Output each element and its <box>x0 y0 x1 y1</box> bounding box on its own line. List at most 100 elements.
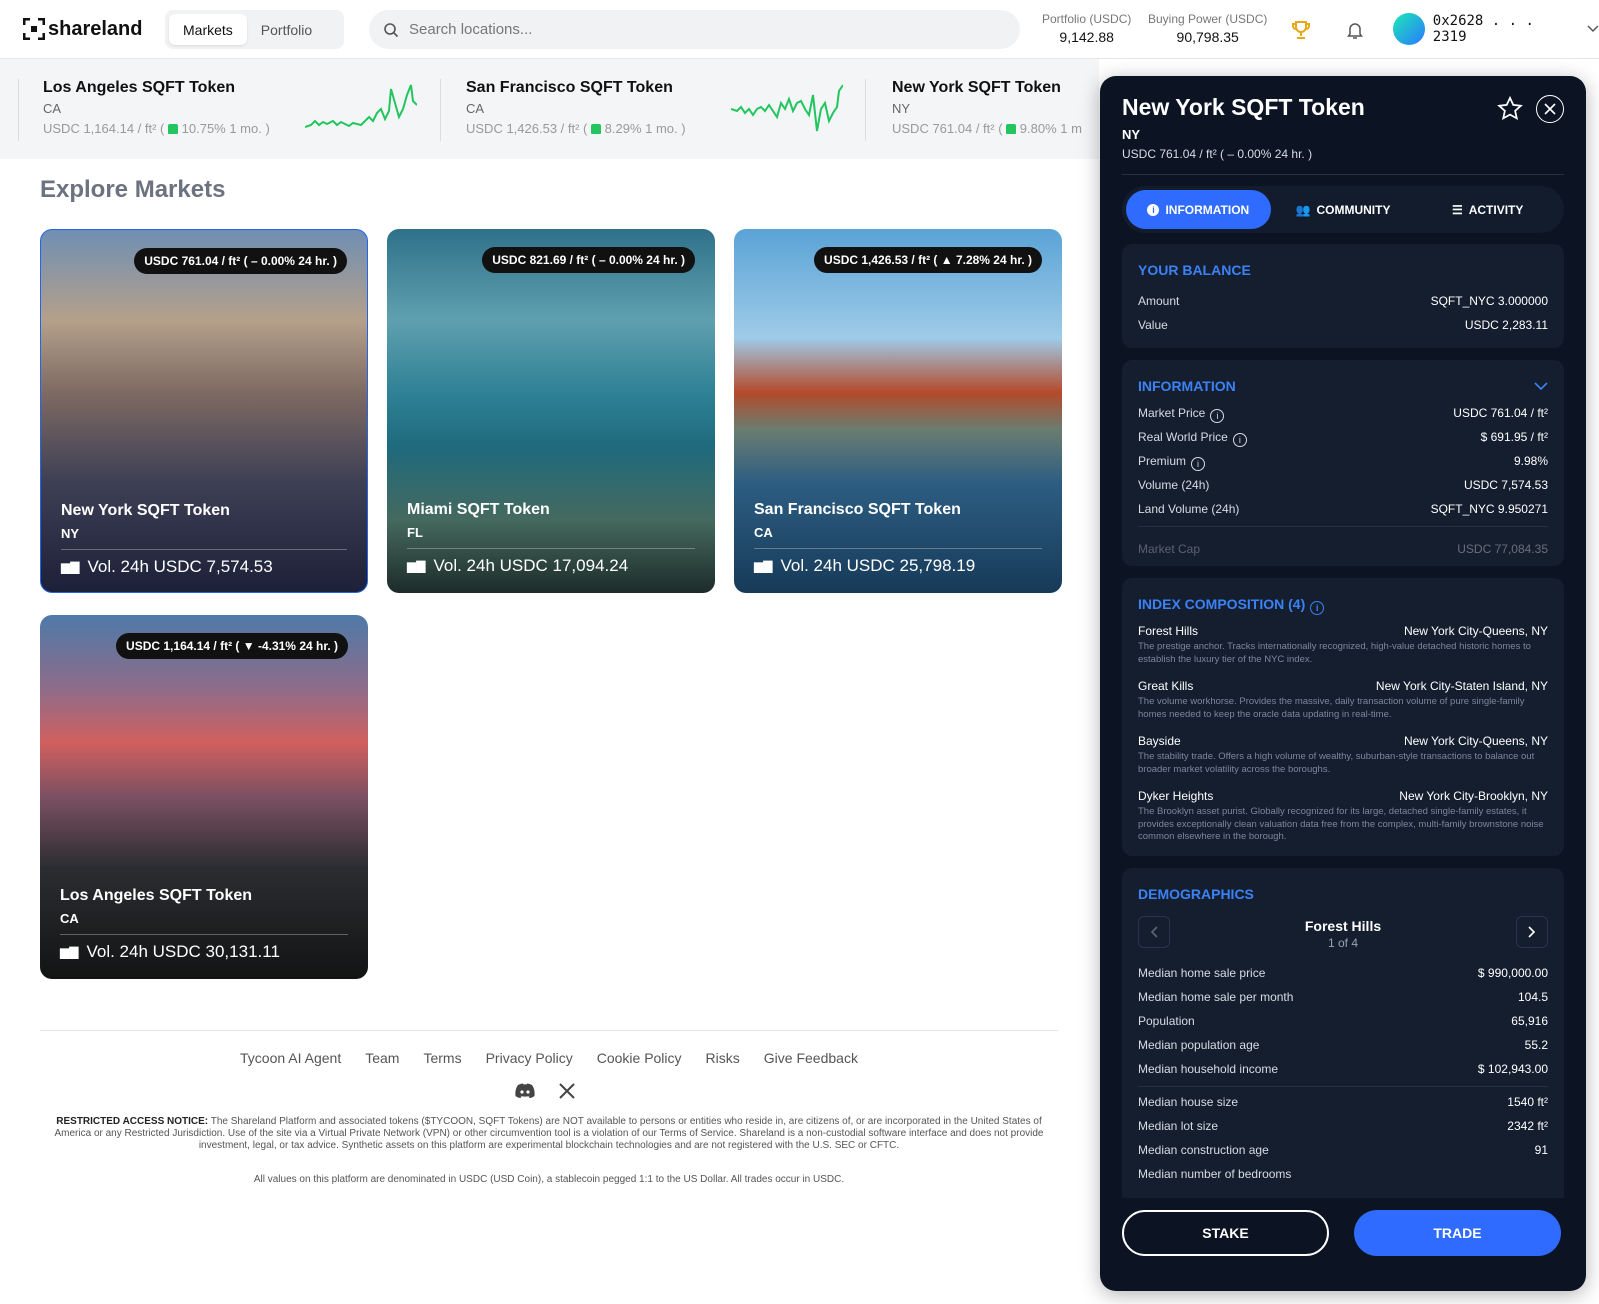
tab-activity[interactable]: ☰ ACTIVITY <box>1415 190 1560 229</box>
ticker-divider <box>440 79 441 141</box>
section-title: YOUR BALANCE <box>1138 262 1251 278</box>
footer-link-terms[interactable]: Terms <box>423 1050 461 1066</box>
demographic-row: Median number of bedrooms <box>1138 1167 1292 1181</box>
up-arrow-icon <box>1006 124 1017 134</box>
buying-power-stat: Buying Power (USDC) 90,798.35 <box>1148 12 1267 45</box>
price-badge: USDC 821.69 / ft² ( – 0.00% 24 hr. ) <box>482 247 695 273</box>
footer-link-feedback[interactable]: Give Feedback <box>764 1050 858 1066</box>
footer-links: Tycoon AI Agent Team Terms Privacy Polic… <box>40 1050 1058 1066</box>
market-card-miami[interactable]: USDC 821.69 / ft² ( – 0.00% 24 hr. ) Mia… <box>387 229 715 593</box>
ticker-item[interactable]: San Francisco SQFT Token CA USDC 1,426.5… <box>466 79 686 143</box>
next-button[interactable] <box>1516 916 1548 948</box>
card-volume: ▆▇ Vol. 24h USDC 7,574.53 <box>61 557 273 576</box>
trade-button[interactable]: TRADE <box>1354 1210 1561 1256</box>
star-icon[interactable] <box>1496 95 1524 128</box>
info-row: Land Volume (24h) SQFT_NYC 9.950271 <box>1138 502 1548 516</box>
bell-icon[interactable] <box>1343 18 1367 42</box>
up-arrow-icon <box>168 124 179 134</box>
ticker-divider <box>18 79 19 141</box>
market-card-new-york[interactable]: USDC 761.04 / ft² ( – 0.00% 24 hr. ) New… <box>40 229 368 593</box>
footer-link-risks[interactable]: Risks <box>706 1050 740 1066</box>
index-composition-section: INDEX COMPOSITION (4) i Forest Hills New Y… <box>1122 578 1564 856</box>
restricted-notice: RESTRICTED ACCESS NOTICE: The Shareland … <box>54 1116 1044 1151</box>
panel-tabs: i INFORMATION 👥 COMMUNITY ☰ ACTIVITY <box>1122 186 1564 233</box>
market-card-san-francisco[interactable]: USDC 1,426.53 / ft² ( ▲ 7.28% 24 hr. ) S… <box>734 229 1062 593</box>
token-detail-panel: New York SQFT Token NY USDC 761.04 / ft²… <box>1100 76 1586 1291</box>
ticker-divider <box>865 79 866 141</box>
panel-state: NY <box>1122 127 1141 142</box>
divider <box>754 548 1042 549</box>
discord-icon[interactable] <box>514 1082 536 1100</box>
tab-markets[interactable]: Markets <box>169 14 247 45</box>
nav-tabs: Markets Portfolio <box>165 10 344 49</box>
demographics-nav: Forest Hills 1 of 4 <box>1138 916 1548 950</box>
footer-link-privacy[interactable]: Privacy Policy <box>486 1050 573 1066</box>
information-section: INFORMATION Market Price i USDC 761.04 / f… <box>1122 360 1564 566</box>
panel-title: New York SQFT Token <box>1122 94 1365 120</box>
market-card-los-angeles[interactable]: USDC 1,164.14 / ft² ( ▼ -4.31% 24 hr. ) … <box>40 615 368 979</box>
tab-community[interactable]: 👥 COMMUNITY <box>1271 190 1416 229</box>
stake-button[interactable]: STAKE <box>1122 1210 1329 1256</box>
close-icon[interactable] <box>1536 95 1564 123</box>
card-volume: ▆▇ Vol. 24h USDC 17,094.24 <box>407 556 629 575</box>
price-badge: USDC 1,164.14 / ft² ( ▼ -4.31% 24 hr. ) <box>116 633 348 659</box>
demographic-row: Population 65,916 <box>1138 1014 1548 1028</box>
divider <box>1122 174 1564 175</box>
info-icon[interactable]: i <box>1191 457 1206 471</box>
info-icon[interactable]: i <box>1210 409 1225 423</box>
info-row: Volume (24h) USDC 7,574.53 <box>1138 478 1548 492</box>
card-name: San Francisco SQFT Token <box>754 501 961 518</box>
chevron-down-icon[interactable] <box>1534 382 1548 391</box>
price-badge: USDC 761.04 / ft² ( – 0.00% 24 hr. ) <box>134 248 347 274</box>
x-icon[interactable] <box>558 1082 576 1100</box>
demographic-row: Median construction age 91 <box>1138 1143 1548 1157</box>
demographics-section: DEMOGRAPHICS Forest Hills 1 of 4 Median … <box>1122 868 1564 1198</box>
footer-link-cookie[interactable]: Cookie Policy <box>597 1050 682 1066</box>
wallet-address: 0x2628 . . . 2319 <box>1432 13 1534 45</box>
footer-link-tycoon[interactable]: Tycoon AI Agent <box>240 1050 341 1066</box>
tab-portfolio[interactable]: Portfolio <box>247 14 326 45</box>
social-links <box>514 1082 576 1100</box>
card-state: CA <box>754 525 773 540</box>
ticker-item[interactable]: Los Angeles SQFT Token CA USDC 1,164.14 … <box>43 79 270 143</box>
info-icon: i <box>1147 203 1160 216</box>
chevron-right-icon <box>1528 926 1536 938</box>
tab-information[interactable]: i INFORMATION <box>1126 190 1271 229</box>
search-bar[interactable] <box>369 10 1020 49</box>
search-input[interactable] <box>409 21 989 38</box>
wallet-menu[interactable]: 0x2628 . . . 2319 <box>1393 13 1599 45</box>
buying-power-value: 90,798.35 <box>1176 29 1239 45</box>
bar-chart-icon: ▆▇ <box>407 559 426 573</box>
list-icon: ☰ <box>1451 202 1463 217</box>
trophy-icon[interactable] <box>1289 18 1313 42</box>
info-icon[interactable]: i <box>1232 433 1247 447</box>
card-volume: ▆▇ Vol. 24h USDC 25,798.19 <box>754 556 976 575</box>
balance-row: Value USDC 2,283.11 <box>1138 318 1548 332</box>
ticker-price: USDC 1,164.14 / ft² ( 10.75% 1 mo. ) <box>43 121 270 136</box>
ticker-price: USDC 761.04 / ft² ( 9.80% 1 m <box>892 121 1082 136</box>
logo-icon <box>23 18 45 40</box>
demographic-row: Median population age 55.2 <box>1138 1038 1548 1052</box>
card-state: NY <box>61 526 80 541</box>
divider <box>407 548 695 549</box>
composition-item: Bayside New York City-Queens, NY The stab… <box>1138 734 1548 775</box>
panel-price: USDC 761.04 / ft² ( – 0.00% 24 hr. ) <box>1122 147 1313 161</box>
demographics-location: Forest Hills <box>1304 918 1382 934</box>
section-title: DEMOGRAPHICS <box>1138 886 1254 902</box>
up-arrow-icon <box>591 124 602 134</box>
info-row: Market Cap USDC 77,084.35 <box>1138 542 1548 556</box>
ticker-strip: Los Angeles SQFT Token CA USDC 1,164.14 … <box>0 59 1099 159</box>
demographic-row: Median house size 1540 ft² <box>1138 1095 1548 1109</box>
top-bar: shareland Markets Portfolio Portfolio (U… <box>0 0 1599 59</box>
footer-link-team[interactable]: Team <box>365 1050 399 1066</box>
card-state: FL <box>407 525 423 540</box>
footer-divider <box>40 1030 1058 1031</box>
demographic-row: Median lot size 2342 ft² <box>1138 1119 1548 1133</box>
ticker-item[interactable]: New York SQFT Token NY USDC 761.04 / ft²… <box>892 79 1082 143</box>
logo[interactable]: shareland <box>23 16 142 42</box>
ticker-name: San Francisco SQFT Token <box>466 79 673 96</box>
info-icon[interactable]: i <box>1310 601 1325 615</box>
sparkline-chart <box>731 84 843 132</box>
divider <box>60 934 348 935</box>
ticker-price: USDC 1,426.53 / ft² ( 8.29% 1 mo. ) <box>466 121 686 136</box>
